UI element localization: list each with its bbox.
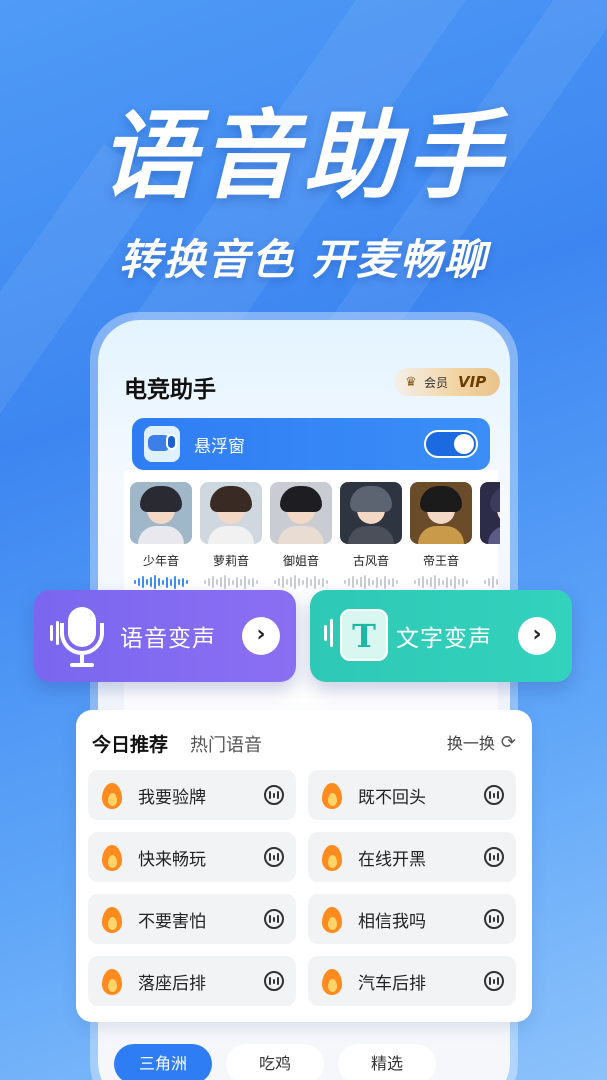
voice-name: 御姐音 [282,554,319,568]
hero-subtitle: 转换音色 开麦畅聊 [119,235,488,284]
shuffle-label: 换一换 [446,734,495,753]
voice-avatar [480,482,500,544]
recommend-item-label: 汽车后排 [358,973,426,994]
voice-list: 少年音 萝莉音 御姐音 古风音 帝王音 少 [130,482,500,589]
audio-play-icon[interactable] [264,909,284,929]
voice-name: 帝王音 [422,554,459,568]
text-change-button[interactable]: T 文字变声 › [310,590,572,682]
flame-icon [100,967,124,995]
tab-hot[interactable]: 热门语音 [190,731,262,757]
voice-item[interactable]: 少年音 [130,482,192,589]
text-change-label: 文字变声 [396,626,492,652]
flame-icon [320,905,344,933]
flame-icon [100,843,124,871]
text-t-icon: T [322,601,392,671]
vip-badge[interactable]: ♛ 会员 VIP [394,368,500,396]
recommend-item-label: 我要验牌 [138,787,206,808]
audio-play-icon[interactable] [484,847,504,867]
recommend-card: 今日推荐 热门语音 换一换 ⟳ 我要验牌 既不回头快来畅玩 在线开黑不要害怕 相信我吗… [76,710,532,1022]
category-tab[interactable]: 吃鸡 [226,1044,324,1080]
recommend-item-label: 落座后排 [138,973,206,994]
gamepad-mic-icon [144,426,180,462]
waveform-icon [480,575,500,589]
flame-icon [320,843,344,871]
recommend-item[interactable]: 我要验牌 [88,770,296,820]
flame-icon [100,781,124,809]
voice-change-button[interactable]: 语音变声 › [34,590,296,682]
waveform-icon [270,575,332,589]
voice-avatar [340,482,402,544]
voice-item[interactable]: 古风音 [340,482,402,589]
floating-window-bar: 悬浮窗 [132,418,490,470]
member-label: 会员 [424,375,449,390]
voice-change-label: 语音变声 [120,626,216,652]
recommend-grid: 我要验牌 既不回头快来畅玩 在线开黑不要害怕 相信我吗落座后排 汽车后排 [88,770,516,1006]
recommend-item-label: 既不回头 [358,787,426,808]
app-title: 电竞助手 [124,377,216,403]
waveform-icon [410,575,472,589]
category-tabs: 三角洲 吃鸡 精选 [114,1044,436,1080]
hero-title: 语音助手 [99,100,508,212]
recommend-item[interactable]: 落座后排 [88,956,296,1006]
audio-play-icon[interactable] [264,971,284,991]
flame-icon [320,781,344,809]
microphone-icon [46,601,116,671]
voice-item[interactable]: 萝莉音 [200,482,262,589]
recommend-item-label: 在线开黑 [358,849,426,870]
audio-play-icon[interactable] [484,909,504,929]
voice-name: 少年音 [142,554,179,568]
waveform-icon [200,575,262,589]
audio-play-icon[interactable] [264,847,284,867]
audio-play-icon[interactable] [264,785,284,805]
recommend-item[interactable]: 既不回头 [308,770,516,820]
recommend-item[interactable]: 汽车后排 [308,956,516,1006]
recommend-item[interactable]: 快来畅玩 [88,832,296,882]
audio-play-icon[interactable] [484,971,504,991]
tab-today[interactable]: 今日推荐 [90,730,171,758]
voice-item[interactable]: 帝王音 [410,482,472,589]
voice-name: 古风音 [352,554,389,568]
category-tab[interactable]: 精选 [338,1044,436,1080]
waveform-icon [340,575,402,589]
voice-avatar [200,482,262,544]
refresh-icon: ⟳ [500,731,516,753]
flame-icon [100,905,124,933]
recommend-item-label: 快来畅玩 [138,849,206,870]
voice-name: 少 [480,552,500,569]
floating-window-toggle[interactable] [424,430,478,458]
crown-icon: ♛ [405,374,417,390]
chevron-right-icon[interactable]: › [518,617,556,655]
recommend-item-label: 不要害怕 [138,911,206,932]
audio-play-icon[interactable] [484,785,504,805]
floating-window-label: 悬浮窗 [194,436,245,457]
voice-avatar [410,482,472,544]
category-tab[interactable]: 三角洲 [114,1044,212,1080]
flame-icon [320,967,344,995]
voice-avatar [270,482,332,544]
recommend-item-label: 相信我吗 [358,911,426,932]
voice-item[interactable]: 少 [480,482,500,589]
vip-label: VIP [458,373,487,391]
recommend-item[interactable]: 在线开黑 [308,832,516,882]
voice-item[interactable]: 御姐音 [270,482,332,589]
chevron-right-icon[interactable]: › [242,617,280,655]
shuffle-button[interactable]: 换一换 ⟳ [447,730,516,754]
waveform-icon [130,575,192,589]
voice-avatar [130,482,192,544]
voice-name: 萝莉音 [212,554,249,568]
recommend-tabs: 今日推荐 热门语音 [90,730,262,758]
recommend-item[interactable]: 不要害怕 [88,894,296,944]
recommend-item[interactable]: 相信我吗 [308,894,516,944]
